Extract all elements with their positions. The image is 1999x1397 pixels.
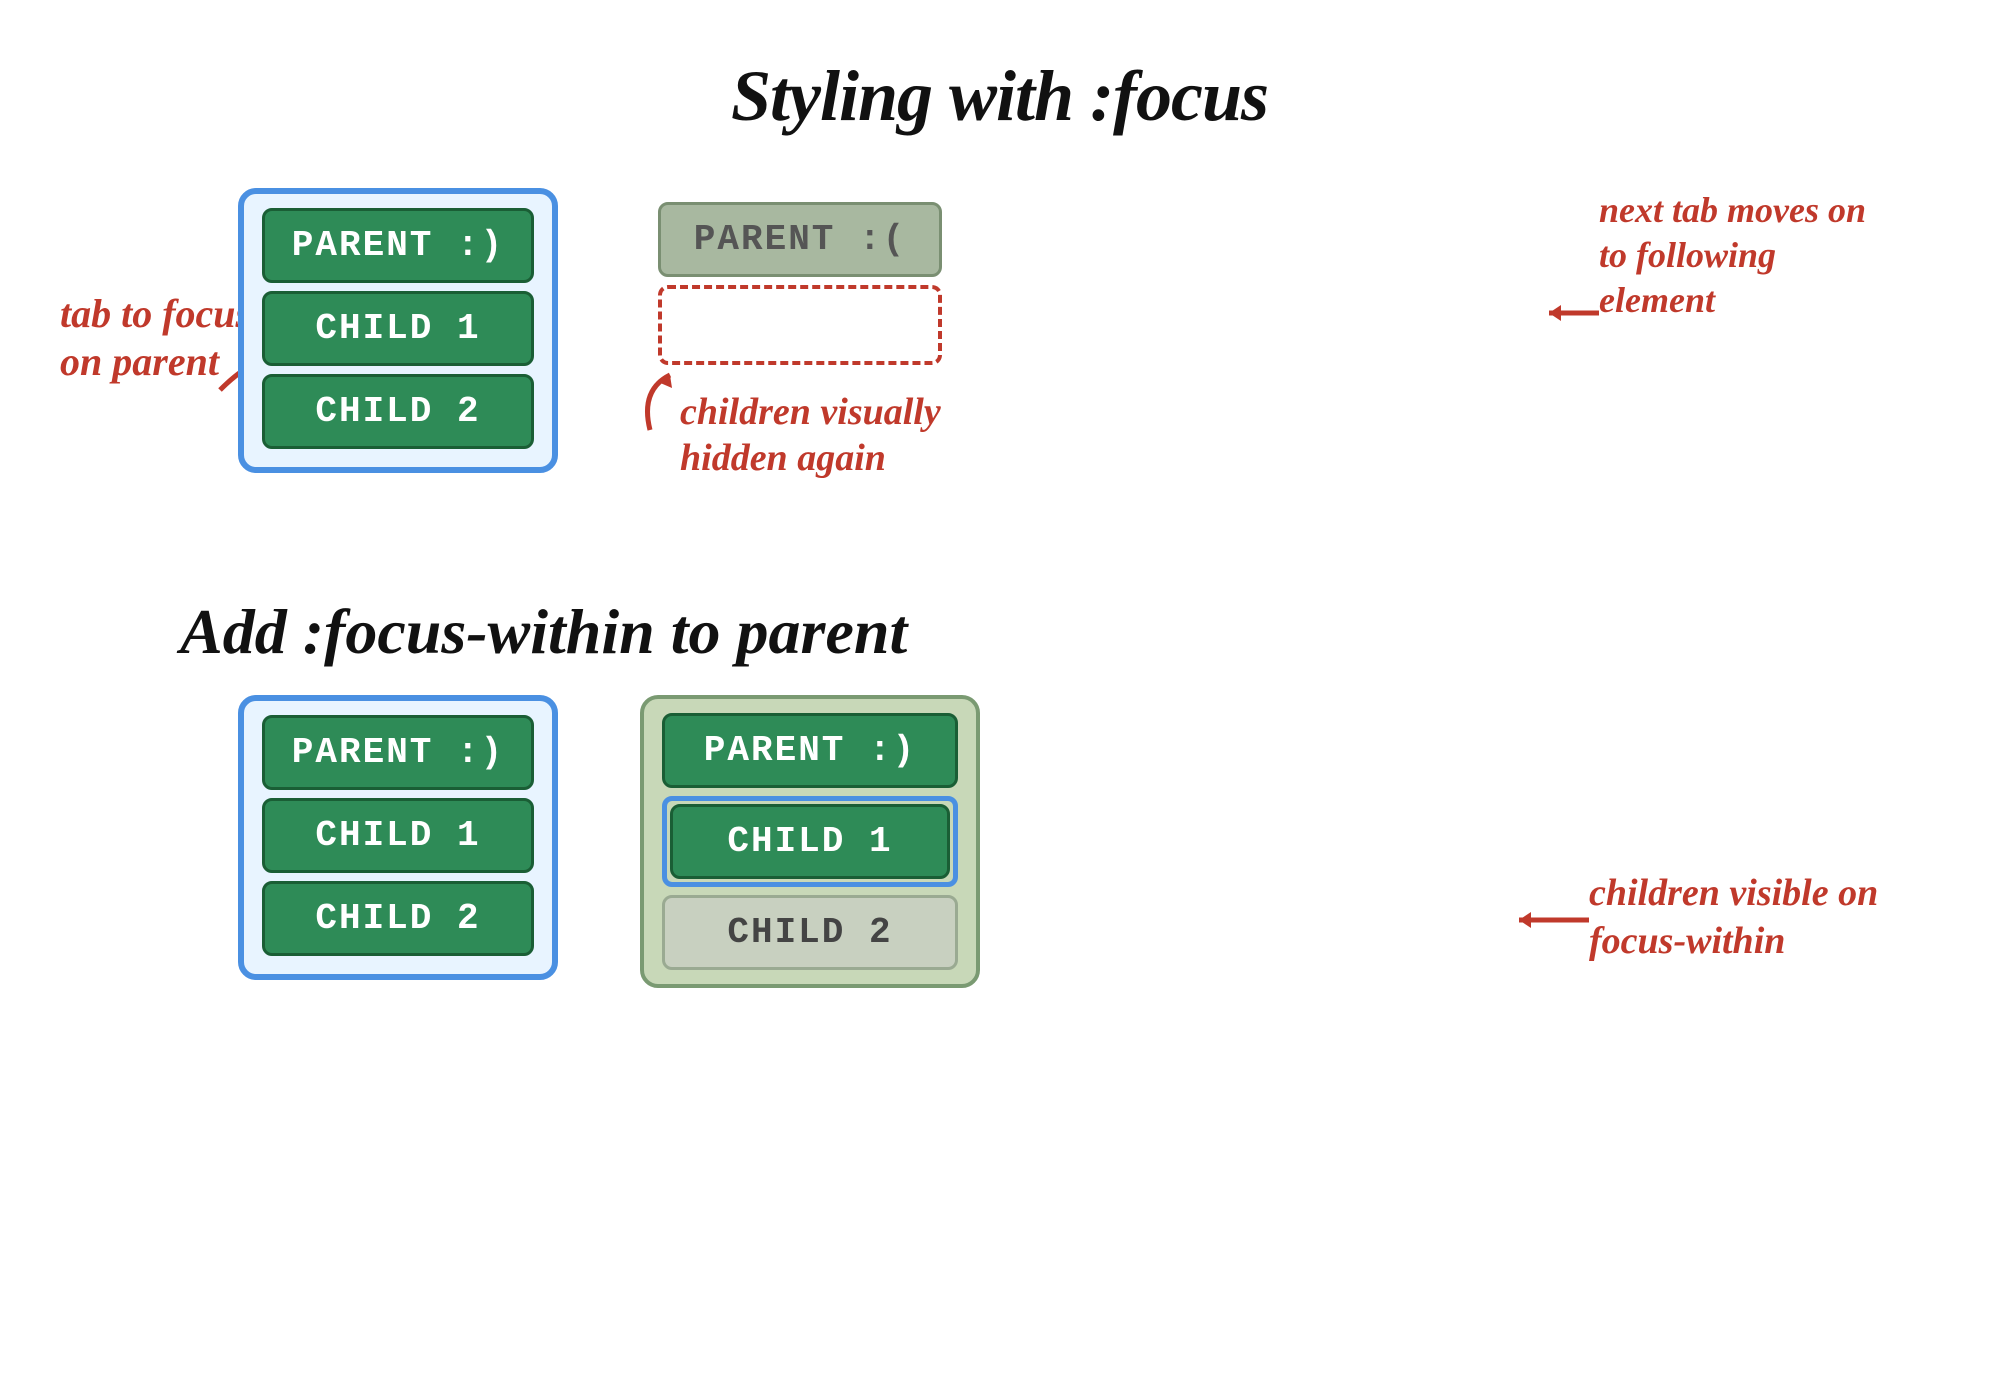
top-right-hidden-children: [658, 285, 942, 365]
page-title: Styling with :focus: [731, 55, 1268, 138]
next-tab-annotation: next tab moves on to following element: [1599, 188, 1899, 323]
top-left-diagram: PARENT :) CHILD 1 CHILD 2: [238, 188, 558, 473]
bottom-right-diagram: PARENT :) CHILD 1 CHILD 2: [640, 695, 980, 988]
children-visible-annotation: children visible on focus-within: [1589, 870, 1939, 965]
bottom-left-outer-box: PARENT :) CHILD 1 CHILD 2: [238, 695, 558, 980]
next-tab-arrow-icon: [1539, 293, 1609, 333]
bottom-left-child2-box: CHILD 2: [262, 881, 534, 956]
bottom-left-diagram: PARENT :) CHILD 1 CHILD 2: [238, 695, 558, 980]
top-left-parent-box: PARENT :): [262, 208, 534, 283]
top-right-diagram: PARENT :(: [640, 188, 960, 379]
bottom-right-parent-box: PARENT :): [662, 713, 958, 788]
top-left-child2-box: CHILD 2: [262, 374, 534, 449]
top-left-child1-box: CHILD 1: [262, 291, 534, 366]
bottom-right-child2-box: CHILD 2: [662, 895, 958, 970]
children-hidden-annotation: children visually hidden again: [650, 390, 1030, 481]
bottom-left-parent-box: PARENT :): [262, 715, 534, 790]
visible-arrow-icon: [1509, 900, 1599, 940]
section-subtitle: Add :focus-within to parent: [180, 595, 907, 669]
bottom-right-child1-box: CHILD 1: [670, 804, 950, 879]
top-right-parent-box: PARENT :(: [658, 202, 942, 277]
top-left-outer-box: PARENT :) CHILD 1 CHILD 2: [238, 188, 558, 473]
hidden-arrow-icon: [630, 360, 710, 440]
bottom-left-child1-box: CHILD 1: [262, 798, 534, 873]
bottom-right-child1-focused: CHILD 1: [662, 796, 958, 887]
